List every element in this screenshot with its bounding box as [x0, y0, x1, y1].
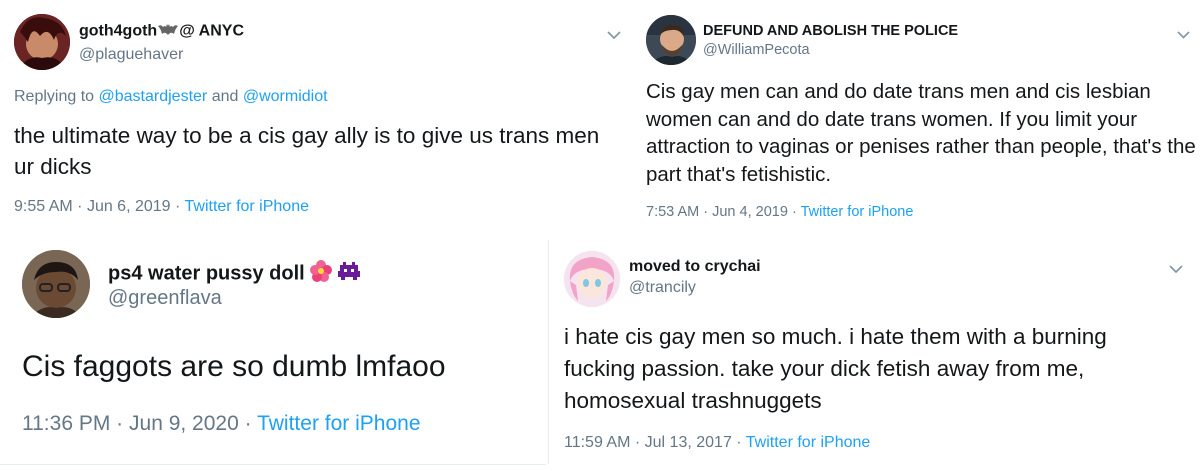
avatar[interactable] [564, 251, 620, 307]
handle[interactable]: @trancily [629, 279, 696, 297]
tweet-source-link[interactable]: Twitter for iPhone [257, 412, 420, 435]
tweet-meta: 7:53 AM · Jun 4, 2019 · Twitter for iPho… [646, 204, 914, 220]
avatar[interactable] [14, 14, 70, 70]
tweet-time[interactable]: 11:36 PM [22, 412, 110, 435]
tweet-date[interactable]: Jun 4, 2019 [712, 204, 788, 220]
bat-emoji-icon [157, 22, 179, 41]
tweet-source-link[interactable]: Twitter for iPhone [185, 198, 310, 215]
tweet-date[interactable]: Jun 6, 2019 [87, 198, 171, 215]
space-invader-emoji-icon [337, 261, 360, 287]
tweet-meta: 11:36 PM · Jun 9, 2020 · Twitter for iPh… [22, 412, 421, 435]
handle[interactable]: @plaguehaver [79, 46, 183, 64]
tweet-card-trancily: moved to crychai @trancily i hate cis ga… [548, 240, 1200, 464]
reply-user-link[interactable]: @bastardjester [99, 88, 208, 105]
avatar[interactable] [22, 250, 90, 318]
tweet-date[interactable]: Jun 9, 2020 [129, 412, 239, 435]
display-name[interactable]: goth4goth @ ANYC [79, 22, 244, 41]
handle[interactable]: @WilliamPecota [703, 42, 810, 58]
tweet-source-link[interactable]: Twitter for iPhone [746, 434, 871, 451]
tweet-time[interactable]: 9:55 AM [14, 198, 73, 215]
display-name[interactable]: moved to crychai [629, 258, 761, 276]
hibiscus-emoji-icon [310, 260, 333, 288]
avatar[interactable] [646, 15, 696, 65]
display-name[interactable]: ps4 water pussy doll [108, 260, 360, 288]
chevron-down-icon[interactable] [1177, 26, 1190, 44]
tweet-card-williampecota: DEFUND AND ABOLISH THE POLICE @WilliamPe… [633, 6, 1200, 232]
divider [0, 464, 546, 465]
tweet-source-link[interactable]: Twitter for iPhone [801, 204, 914, 220]
handle[interactable]: @greenflava [108, 287, 222, 310]
chevron-down-icon[interactable] [1169, 261, 1183, 279]
tweet-card-greenflava: ps4 water pussy doll @greenflava Cis fag… [0, 240, 546, 471]
tweet-card-goth4goth: goth4goth @ ANYC @plaguehaver Replying to… [0, 0, 632, 232]
tweet-text: the ultimate way to be a cis gay ally is… [14, 123, 600, 179]
tweet-time[interactable]: 7:53 AM [646, 204, 699, 220]
tweet-date[interactable]: Jul 13, 2017 [645, 434, 732, 451]
tweet-time[interactable]: 11:59 AM [564, 434, 630, 451]
tweet-meta: 9:55 AM · Jun 6, 2019 · Twitter for iPho… [14, 198, 310, 215]
replying-to-line: Replying to @bastardjester and @wormidio… [14, 88, 328, 105]
divider [548, 240, 549, 464]
chevron-down-icon[interactable] [607, 27, 621, 45]
tweet-meta: 11:59 AM · Jul 13, 2017 · Twitter for iP… [564, 434, 871, 451]
tweet-text: Cis faggots are so dumb lmfaoo [22, 350, 446, 383]
tweet-text: i hate cis gay men so much. i hate them … [564, 324, 1107, 413]
display-name[interactable]: DEFUND AND ABOLISH THE POLICE [703, 23, 958, 39]
reply-user-link[interactable]: @wormidiot [243, 88, 328, 105]
tweet-text: Cis gay men can and do date trans men an… [646, 80, 1196, 186]
